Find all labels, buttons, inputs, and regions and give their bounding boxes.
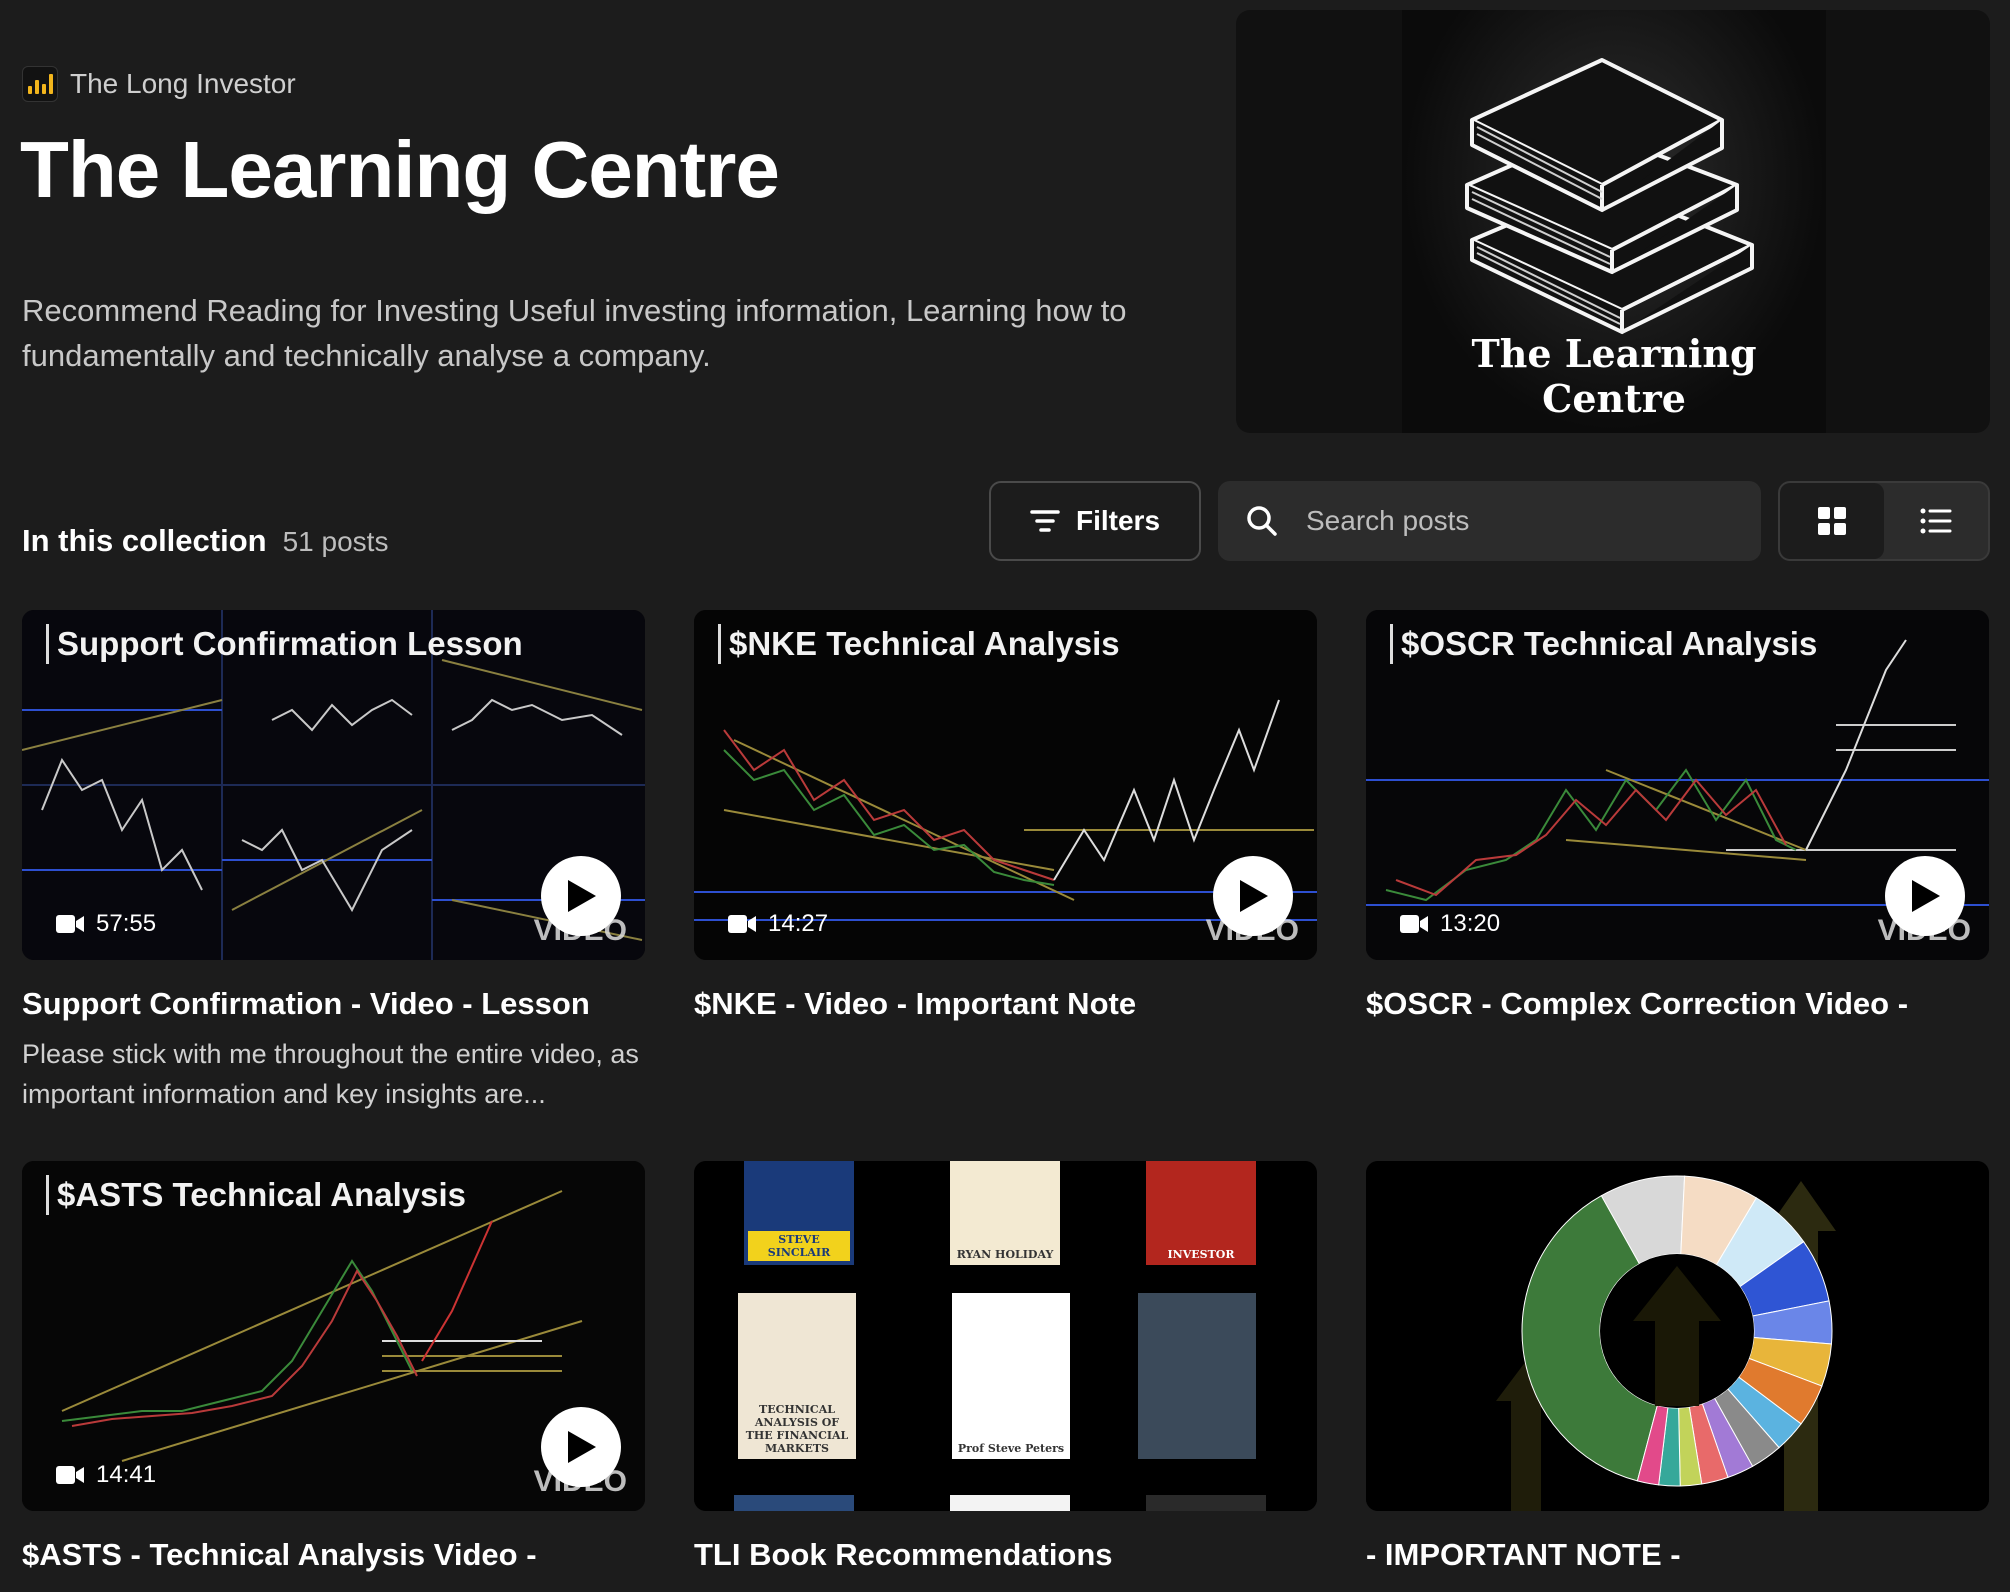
list-view-button[interactable] — [1884, 483, 1988, 559]
play-icon — [568, 880, 596, 912]
grid-icon — [1818, 507, 1846, 535]
video-duration: 57:55 — [56, 910, 156, 938]
collection-cover-image: The Learning Centre — [1236, 10, 1990, 433]
video-duration: 13:20 — [1400, 910, 1500, 938]
collection-heading: In this collection 51 posts — [22, 523, 388, 559]
book-cover: RYAN HOLIDAY — [950, 1161, 1060, 1265]
book-cover: INVESTOR — [1146, 1161, 1256, 1265]
book-cover — [1146, 1495, 1266, 1511]
video-thumbnail[interactable]: $ASTS Technical Analysis 14:41 VIDEO — [22, 1161, 645, 1511]
post-card[interactable]: Support Confirmation Lesson 57:55 VIDEO … — [22, 610, 645, 1114]
thumbnail-title: Support Confirmation Lesson — [46, 624, 523, 664]
book-cover-text: STEVE SINCLAIR — [748, 1231, 850, 1261]
post-thumbnail[interactable] — [1366, 1161, 1989, 1511]
list-icon — [1920, 508, 1952, 534]
search-icon — [1247, 506, 1277, 536]
book-cover — [734, 1495, 854, 1511]
filters-label: Filters — [1075, 505, 1161, 536]
book-cover — [950, 1495, 1070, 1511]
video-duration: 14:27 — [728, 910, 828, 938]
post-title[interactable]: $ASTS - Technical Analysis Video - — [22, 1537, 645, 1573]
book-cover: TECHNICAL ANALYSIS OF THE FINANCIAL MARK… — [738, 1293, 856, 1459]
thumbnail-title: $NKE Technical Analysis — [718, 624, 1120, 664]
post-count: 51 posts — [282, 526, 389, 557]
portfolio-donut-image — [1366, 1161, 1989, 1511]
video-camera-icon — [56, 915, 84, 933]
video-camera-icon — [56, 1466, 84, 1484]
post-title[interactable]: $OSCR - Complex Correction Video - — [1366, 986, 1989, 1022]
creator-name[interactable]: The Long Investor — [70, 68, 296, 100]
post-title[interactable]: $NKE - Video - Important Note — [694, 986, 1317, 1022]
thumbnail-title: $OSCR Technical Analysis — [1390, 624, 1817, 664]
duration-text: 57:55 — [96, 910, 157, 937]
play-icon — [1912, 880, 1940, 912]
duration-text: 14:27 — [768, 910, 829, 937]
play-button[interactable] — [1885, 856, 1965, 936]
creator-row[interactable]: The Long Investor — [22, 66, 296, 102]
post-card[interactable]: $OSCR Technical Analysis 13:20 VIDEO $OS… — [1366, 610, 1989, 1022]
book-cover-text: TECHNICAL ANALYSIS OF THE FINANCIAL MARK… — [745, 1403, 849, 1455]
video-duration: 14:41 — [56, 1461, 156, 1489]
bar-chart-logo-icon — [22, 66, 58, 102]
book-cover — [1138, 1293, 1256, 1459]
post-title[interactable]: TLI Book Recommendations — [694, 1537, 1317, 1573]
duration-text: 14:41 — [96, 1461, 157, 1488]
book-cover-text: INVESTOR — [1167, 1248, 1235, 1261]
grid-view-button[interactable] — [1780, 483, 1884, 559]
duration-text: 13:20 — [1440, 910, 1501, 937]
post-title[interactable]: Support Confirmation - Video - Lesson — [22, 986, 645, 1022]
play-icon — [1240, 880, 1268, 912]
post-card[interactable]: $NKE Technical Analysis 14:27 VIDEO $NKE… — [694, 610, 1317, 1022]
post-card[interactable]: - IMPORTANT NOTE - — [1366, 1161, 1989, 1573]
post-thumbnail[interactable]: STEVE SINCLAIR RYAN HOLIDAY INVESTOR TECHNI… — [694, 1161, 1317, 1511]
video-thumbnail[interactable]: $NKE Technical Analysis 14:27 VIDEO — [694, 610, 1317, 960]
view-toggle[interactable] — [1778, 481, 1990, 561]
post-title[interactable]: - IMPORTANT NOTE - — [1366, 1537, 1989, 1573]
filters-button[interactable]: Filters — [989, 481, 1201, 561]
collection-label: In this collection — [22, 523, 267, 558]
video-thumbnail[interactable]: Support Confirmation Lesson 57:55 VIDEO — [22, 610, 645, 960]
book-covers-grid: STEVE SINCLAIR RYAN HOLIDAY INVESTOR TECHNI… — [694, 1161, 1317, 1511]
play-button[interactable] — [541, 1407, 621, 1487]
collection-description: Recommend Reading for Investing Useful i… — [22, 293, 1127, 373]
post-card[interactable]: STEVE SINCLAIR RYAN HOLIDAY INVESTOR TECHNI… — [694, 1161, 1317, 1573]
post-card[interactable]: $ASTS Technical Analysis 14:41 VIDEO $AS… — [22, 1161, 645, 1573]
book-cover: Prof Steve Peters — [952, 1293, 1070, 1459]
video-camera-icon — [1400, 915, 1428, 933]
search-input[interactable] — [1304, 504, 1708, 538]
video-thumbnail[interactable]: $OSCR Technical Analysis 13:20 VIDEO — [1366, 610, 1989, 960]
search-box[interactable] — [1218, 481, 1761, 561]
book-cover-text: RYAN HOLIDAY — [956, 1248, 1054, 1261]
cover-caption: The Learning Centre — [1471, 331, 1757, 421]
video-camera-icon — [728, 915, 756, 933]
play-icon — [568, 1431, 596, 1463]
book-cover-text: Prof Steve Peters — [957, 1442, 1065, 1455]
page-title: The Learning Centre — [20, 125, 780, 214]
thumbnail-title: $ASTS Technical Analysis — [46, 1175, 466, 1215]
play-button[interactable] — [1213, 856, 1293, 936]
book-cover: STEVE SINCLAIR — [744, 1161, 854, 1265]
post-excerpt: Please stick with me throughout the enti… — [22, 1039, 639, 1109]
play-button[interactable] — [541, 856, 621, 936]
filter-icon — [1030, 510, 1060, 532]
